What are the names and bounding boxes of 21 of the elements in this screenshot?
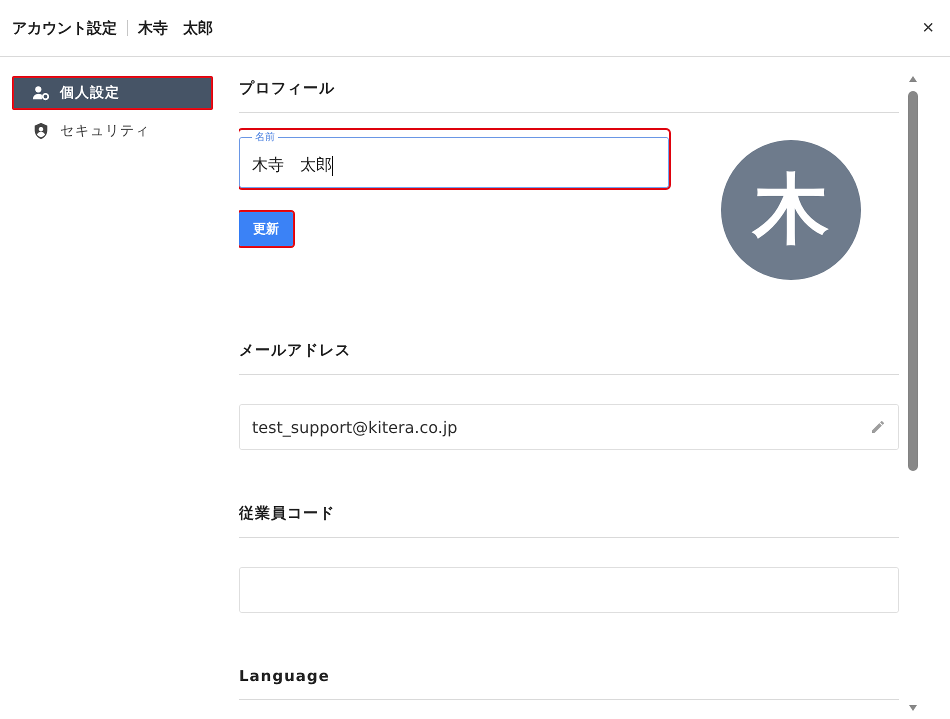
section-heading: プロフィール	[239, 79, 899, 113]
scrollbar-thumb[interactable]	[908, 91, 918, 471]
close-button[interactable]: ×	[918, 16, 938, 40]
update-button[interactable]: 更新	[239, 212, 293, 246]
section-heading: メールアドレス	[239, 341, 899, 375]
email-field[interactable]: test_support@kitera.co.jp	[239, 404, 899, 450]
pencil-icon[interactable]	[870, 419, 886, 435]
scroll-up-icon[interactable]	[908, 75, 918, 83]
field-label: 名前	[254, 131, 276, 144]
section-heading: 従業員コード	[239, 504, 899, 538]
avatar: 木	[721, 140, 861, 280]
scroll-down-icon[interactable]	[908, 704, 918, 712]
sidebar-item[interactable]: 個人設定	[12, 76, 213, 110]
name-field[interactable]: 名前 木寺 太郎	[239, 130, 669, 188]
employee-code-field[interactable]	[239, 567, 899, 613]
shield-user-icon	[32, 122, 50, 140]
user-gear-icon	[32, 84, 50, 102]
sidebar-item[interactable]: セキュリティ	[12, 114, 213, 148]
dialog-title: アカウント設定	[12, 18, 117, 38]
section-heading: Language	[239, 667, 899, 700]
user-name: 木寺 太郎	[138, 18, 213, 38]
